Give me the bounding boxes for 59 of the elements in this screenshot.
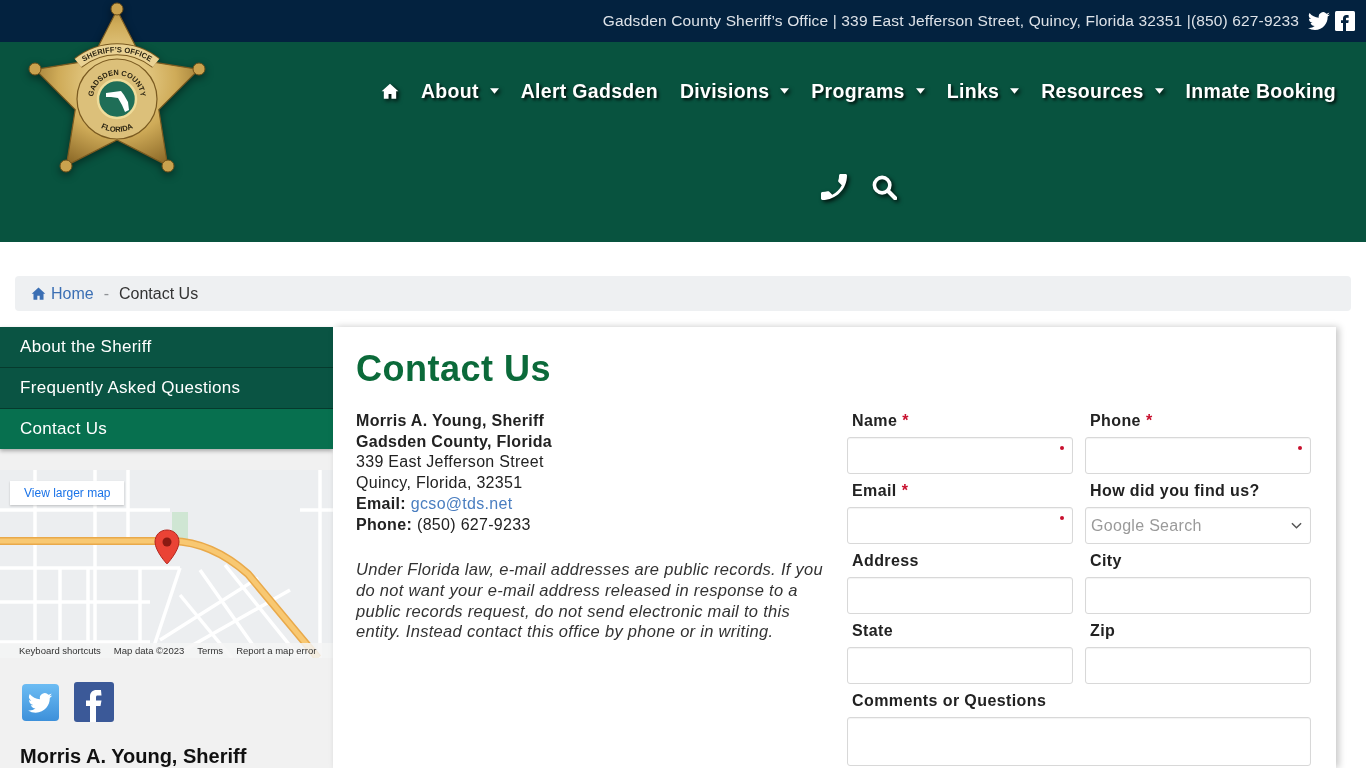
field-label: Phone [1090,412,1141,430]
text-field[interactable] [1085,577,1311,614]
nav-link[interactable]: Resources [1041,79,1164,103]
nav-link[interactable]: Divisions [679,79,790,103]
field-label: Address [852,552,919,570]
facebook-icon[interactable] [1335,11,1355,31]
required-asterisk: * [1145,412,1153,430]
map-footer-link[interactable]: Terms [197,645,224,656]
address-line: Quincy, Florida, 32351 [356,473,523,494]
nav-link[interactable]: Inmate Booking [1185,79,1337,103]
required-asterisk: * [901,482,908,500]
email-label: Email: [356,493,406,514]
view-larger-map-button[interactable]: View larger map [10,481,125,505]
required-asterisk: * [902,412,909,430]
field-label: State [852,622,894,640]
breadcrumb-separator: - [103,284,109,303]
map-footer-link[interactable]: Keyboard shortcuts [19,645,101,656]
phone-number: (850) 627-9233 [417,514,531,535]
field-label: How did you find us? [1090,482,1260,500]
home-icon[interactable] [380,83,399,99]
sidebar-link[interactable]: Contact Us [0,409,333,449]
nav-link[interactable]: Links [946,79,1020,103]
breadcrumb-link[interactable]: Home [31,284,94,303]
header-contact-text: Gadsden County Sheriff’s Office | 339 East Jefferson Street, Quincy, Florida 32351 |(850) 627-9233 [602,12,1299,30]
text-field[interactable] [847,507,1073,544]
field-label: Comments or Questions [852,692,1047,710]
phone-label: Phone: [356,514,413,535]
sidebar-link[interactable]: About the Sheriff [0,327,333,368]
home-icon [31,287,46,300]
map-pin-icon [154,529,180,565]
email-link[interactable]: gcso@tds.net [410,493,513,515]
field-label: City [1090,552,1122,570]
breadcrumb-current: Contact Us [119,284,199,303]
page-title: Contact Us [356,347,552,391]
text-field[interactable] [847,647,1073,684]
text-field[interactable] [847,577,1073,614]
chevron-down-icon [1291,522,1302,529]
map-footer-link[interactable]: Report a map error [236,645,317,656]
county-name: Gadsden County, Florida [356,431,552,452]
text-field[interactable] [1085,437,1311,474]
field-label: Email [852,482,897,500]
twitter-icon[interactable] [1308,12,1330,30]
search-icon[interactable] [871,174,897,200]
sidebar-link[interactable]: Frequently Asked Questions [0,368,333,409]
text-field[interactable] [847,437,1073,474]
sheriff-name: Morris A. Young, Sheriff [356,411,545,431]
text-field[interactable] [1085,647,1311,684]
nav-link[interactable]: About [420,79,499,103]
field-label: Zip [1090,622,1116,640]
field-label: Name [852,412,898,430]
address-line: 339 East Jefferson Street [356,452,544,473]
privacy-notice: Under Florida law, e-mail addresses are public records. If you do not want your e-mail address released in response to a public records request, do not send electronic mail to this entity. Instead contact this office by phone or in writing. [356,559,824,643]
textarea-field[interactable] [847,717,1311,766]
phone-icon[interactable] [820,174,847,200]
nav-link[interactable]: Programs [811,79,925,103]
nav-link[interactable]: Alert Gadsden [520,79,658,103]
map-footer-link[interactable]: Map data ©2023 [113,645,185,656]
sidebar-heading: Morris A. Young, Sheriff [20,745,248,767]
facebook-icon[interactable] [74,682,114,722]
